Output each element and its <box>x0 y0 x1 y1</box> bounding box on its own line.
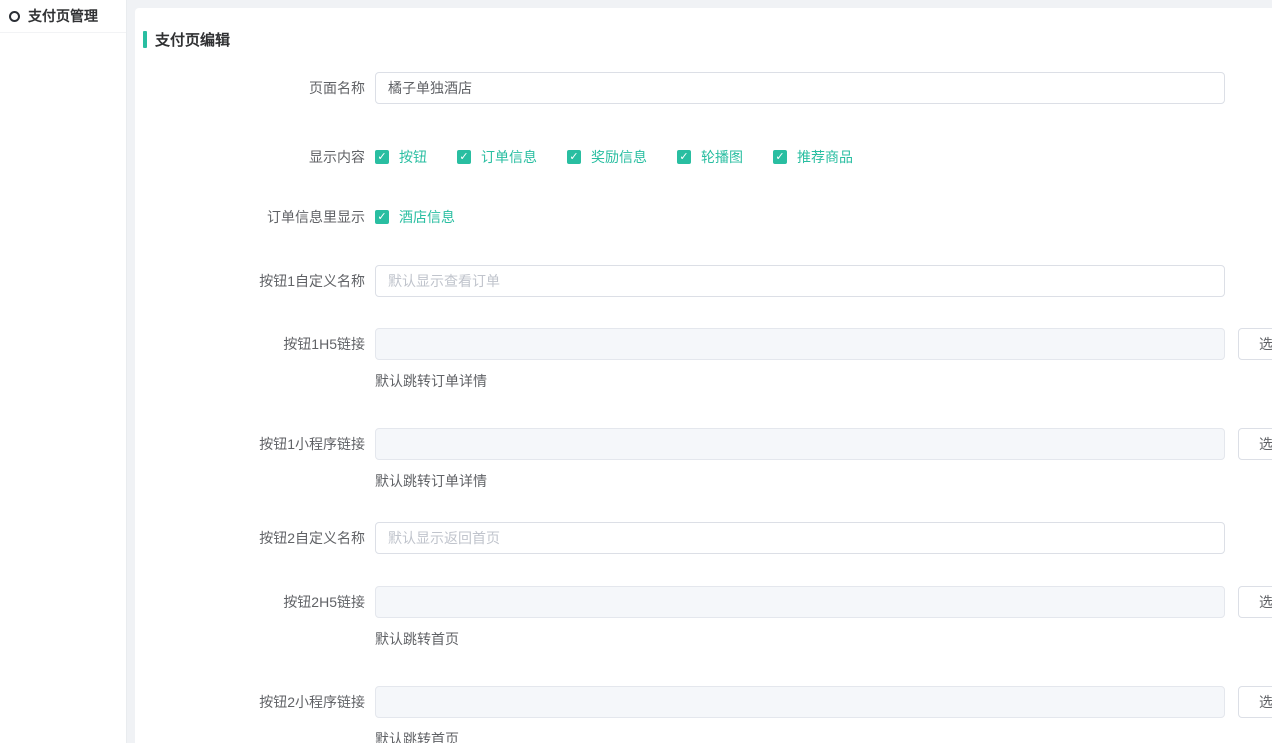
button1-miniprogram-link-select-button[interactable]: 选 <box>1238 428 1272 460</box>
button2-custom-name-label: 按钮2自定义名称 <box>135 522 365 554</box>
sidebar-item-payment-page-management[interactable]: 支付页管理 <box>0 0 126 33</box>
page-name-input[interactable] <box>375 72 1225 104</box>
checkbox-option-label: 轮播图 <box>691 147 743 167</box>
checkbox-checked-icon: ✓ <box>375 150 389 164</box>
button2-h5-link-hint: 默认跳转首页 <box>375 630 1272 648</box>
display-content-checkbox-option[interactable]: ✓按钮 <box>375 147 427 167</box>
button1-miniprogram-link-hint: 默认跳转订单详情 <box>375 472 1272 490</box>
button1-h5-link-hint: 默认跳转订单详情 <box>375 372 1272 390</box>
button2-h5-link-label: 按钮2H5链接 <box>135 586 365 618</box>
button2-miniprogram-link-hint: 默认跳转首页 <box>375 730 1272 743</box>
checkbox-option-label: 订单信息 <box>471 147 537 167</box>
display-content-checkbox-option[interactable]: ✓轮播图 <box>677 147 743 167</box>
button1-h5-link-select-button[interactable]: 选 <box>1238 328 1272 360</box>
button1-miniprogram-link-row: 按钮1小程序链接选默认跳转订单详情 <box>135 428 1272 490</box>
checkbox-checked-icon: ✓ <box>375 210 389 224</box>
order-info-display-checkbox-group: ✓酒店信息 <box>375 207 485 227</box>
display-content-checkbox-option[interactable]: ✓奖励信息 <box>567 147 647 167</box>
checkbox-checked-icon: ✓ <box>567 150 581 164</box>
button2-miniprogram-link-label: 按钮2小程序链接 <box>135 686 365 718</box>
button2-h5-link-input <box>375 586 1225 618</box>
page-name-label: 页面名称 <box>135 72 365 104</box>
title-accent-bar <box>143 31 147 48</box>
order-info-display-label: 订单信息里显示 <box>135 207 365 227</box>
display-content-control: ✓按钮✓订单信息✓奖励信息✓轮播图✓推荐商品 <box>375 147 883 167</box>
button2-miniprogram-link-control: 选默认跳转首页 <box>375 686 1272 743</box>
button2-miniprogram-link-select-button[interactable]: 选 <box>1238 686 1272 718</box>
button2-miniprogram-link-row: 按钮2小程序链接选默认跳转首页 <box>135 686 1272 743</box>
display-content-checkbox-option[interactable]: ✓推荐商品 <box>773 147 853 167</box>
button2-custom-name-input[interactable] <box>375 522 1225 554</box>
button1-h5-link-input <box>375 328 1225 360</box>
display-content-checkbox-option[interactable]: ✓订单信息 <box>457 147 537 167</box>
button1-h5-link-line: 选 <box>375 328 1272 360</box>
section-title: 支付页编辑 <box>143 28 1272 50</box>
button2-h5-link-line: 选 <box>375 586 1272 618</box>
checkbox-option-label: 按钮 <box>389 147 427 167</box>
order-info-display-row: 订单信息里显示 ✓酒店信息 <box>135 207 1272 227</box>
checkbox-checked-icon: ✓ <box>677 150 691 164</box>
button1-h5-link-label: 按钮1H5链接 <box>135 328 365 360</box>
order-info-display-checkbox-option[interactable]: ✓酒店信息 <box>375 207 455 227</box>
section-title-text: 支付页编辑 <box>155 29 230 50</box>
button1-h5-link-control: 选默认跳转订单详情 <box>375 328 1272 390</box>
checkbox-checked-icon: ✓ <box>457 150 471 164</box>
button2-h5-link-select-button[interactable]: 选 <box>1238 586 1272 618</box>
button1-miniprogram-link-label: 按钮1小程序链接 <box>135 428 365 460</box>
button2-custom-name-control <box>375 522 1225 554</box>
display-content-row: 显示内容✓按钮✓订单信息✓奖励信息✓轮播图✓推荐商品 <box>135 147 1272 167</box>
button1-miniprogram-link-line: 选 <box>375 428 1272 460</box>
button2-custom-name-row: 按钮2自定义名称 <box>135 522 1272 554</box>
order-info-display-control: ✓酒店信息 <box>375 207 485 227</box>
checkbox-option-label: 奖励信息 <box>581 147 647 167</box>
page-name-row: 页面名称 <box>135 72 1272 104</box>
display-content-checkbox-group: ✓按钮✓订单信息✓奖励信息✓轮播图✓推荐商品 <box>375 147 883 167</box>
payment-page-editor-card: 支付页编辑 页面名称显示内容✓按钮✓订单信息✓奖励信息✓轮播图✓推荐商品订单信息… <box>135 8 1272 743</box>
display-content-label: 显示内容 <box>135 147 365 167</box>
button1-miniprogram-link-input <box>375 428 1225 460</box>
button1-custom-name-control <box>375 265 1225 297</box>
button2-h5-link-control: 选默认跳转首页 <box>375 586 1272 648</box>
checkbox-option-label: 推荐商品 <box>787 147 853 167</box>
checkbox-option-label: 酒店信息 <box>389 207 455 227</box>
button1-custom-name-label: 按钮1自定义名称 <box>135 265 365 297</box>
button1-h5-link-row: 按钮1H5链接选默认跳转订单详情 <box>135 328 1272 390</box>
button2-h5-link-row: 按钮2H5链接选默认跳转首页 <box>135 586 1272 648</box>
button1-miniprogram-link-control: 选默认跳转订单详情 <box>375 428 1272 490</box>
page-name-control <box>375 72 1225 104</box>
button1-custom-name-row: 按钮1自定义名称 <box>135 265 1272 297</box>
button2-miniprogram-link-input <box>375 686 1225 718</box>
checkbox-checked-icon: ✓ <box>773 150 787 164</box>
payment-page-form: 页面名称显示内容✓按钮✓订单信息✓奖励信息✓轮播图✓推荐商品订单信息里显示✓酒店… <box>135 72 1272 743</box>
button2-miniprogram-link-line: 选 <box>375 686 1272 718</box>
button1-custom-name-input[interactable] <box>375 265 1225 297</box>
sidebar: 支付页管理 <box>0 0 127 743</box>
circle-icon <box>9 11 20 22</box>
sidebar-item-label: 支付页管理 <box>28 6 98 26</box>
